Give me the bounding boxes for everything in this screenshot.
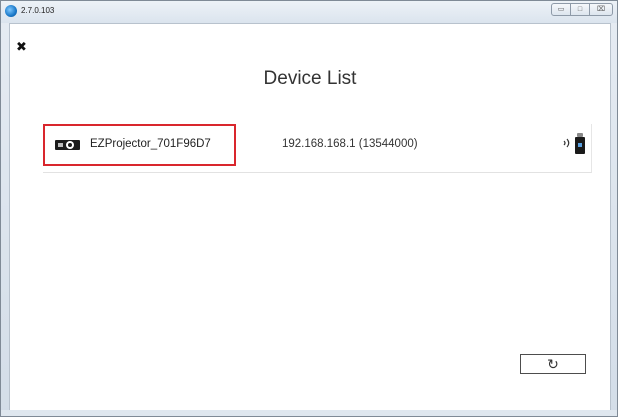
device-ip: 192.168.168.1 (13544000)	[282, 138, 418, 150]
close-icon[interactable]: ✖	[16, 40, 27, 53]
app-version: 2.7.0.103	[21, 6, 55, 15]
usb-dongle-icon	[575, 133, 585, 155]
main-content: ✖ Device List EZProjector_701F96D7 192.1…	[9, 23, 611, 411]
app-icon	[5, 5, 17, 17]
window-controls: ▭ □ ⌧	[551, 3, 613, 16]
projector-icon	[55, 140, 80, 150]
status-bar	[1, 410, 617, 416]
refresh-icon: ↻	[547, 356, 559, 372]
page-title: Device List	[263, 68, 357, 89]
minimize-button[interactable]: ▭	[551, 3, 571, 16]
window-close-button[interactable]: ⌧	[589, 3, 613, 16]
maximize-button[interactable]: □	[570, 3, 590, 16]
app-window: 2.7.0.103 ▭ □ ⌧ ✖ Device List EZProjecto…	[0, 0, 618, 417]
wifi-signal-icon	[563, 137, 573, 152]
device-name: EZProjector_701F96D7	[90, 138, 211, 150]
device-list-item[interactable]: EZProjector_701F96D7 192.168.168.1 (1354…	[43, 124, 592, 173]
refresh-button[interactable]: ↻	[520, 354, 586, 374]
title-bar: 2.7.0.103 ▭ □ ⌧	[1, 1, 617, 23]
